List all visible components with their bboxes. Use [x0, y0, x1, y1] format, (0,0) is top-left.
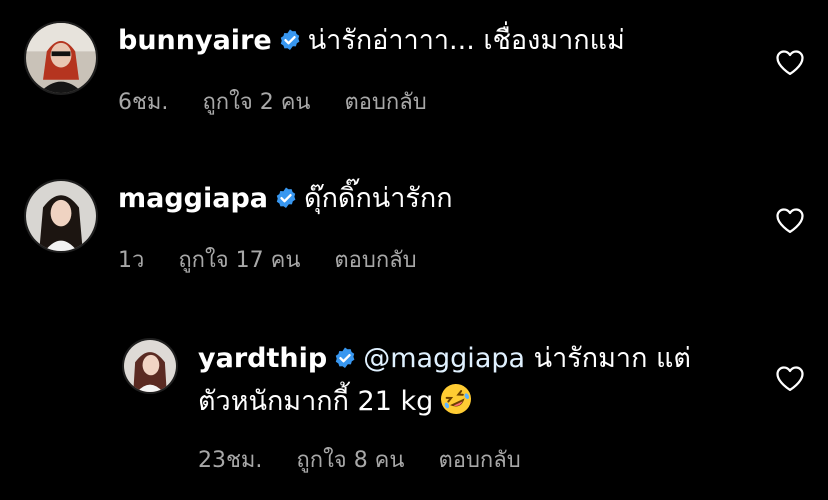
reply-button[interactable]: ตอบกลับ	[438, 448, 520, 473]
verified-badge-icon	[278, 28, 302, 52]
reply-button[interactable]: ตอบกลับ	[344, 90, 426, 115]
mention-link[interactable]: @maggiapa	[363, 343, 525, 374]
username[interactable]: bunnyaire	[118, 25, 272, 56]
comment-text: น่ารักอ่าาาา... เชื่องมากแม่	[307, 25, 625, 56]
reply-text-line2: ตัวหนักมากกี้ 21 kg	[198, 386, 434, 417]
reply-text-line1: น่ารักมาก แต่	[533, 343, 691, 374]
rolling-on-floor-laughing-emoji-icon	[439, 382, 473, 416]
comment-time: 6ชม.	[118, 90, 169, 115]
comment-text: ดุ๊กดิ๊กน่ารักก	[304, 183, 453, 214]
username[interactable]: yardthip	[198, 343, 327, 374]
avatar[interactable]	[24, 179, 98, 253]
likes-count[interactable]: ถูกใจ 17 คน	[178, 248, 300, 273]
comment-time: 1ว	[118, 248, 145, 273]
heart-icon[interactable]	[775, 206, 805, 234]
reply-time: 23ชม.	[198, 448, 263, 473]
avatar[interactable]	[122, 338, 178, 394]
verified-badge-icon	[274, 186, 298, 210]
heart-icon[interactable]	[775, 48, 805, 76]
username[interactable]: maggiapa	[118, 183, 268, 214]
avatar[interactable]	[24, 21, 98, 95]
likes-count[interactable]: ถูกใจ 8 คน	[296, 448, 404, 473]
reply-button[interactable]: ตอบกลับ	[334, 248, 416, 273]
heart-icon[interactable]	[775, 364, 805, 392]
likes-count[interactable]: ถูกใจ 2 คน	[202, 90, 310, 115]
verified-badge-icon	[333, 346, 357, 370]
